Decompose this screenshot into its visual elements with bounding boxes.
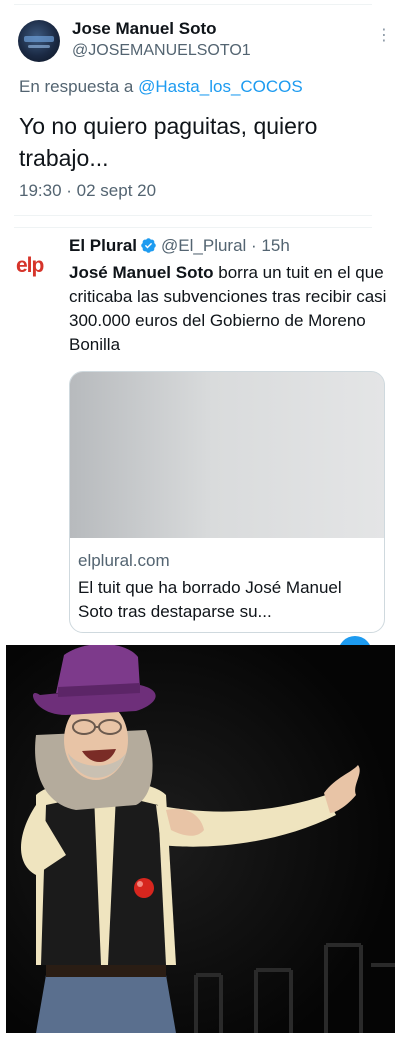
reply-mention-link[interactable]: @Hasta_los_COCOS [138, 77, 303, 96]
divider [14, 227, 372, 228]
tweet-timestamp[interactable]: 19:30 · 02 sept 20 [19, 181, 156, 201]
avatar[interactable] [18, 20, 60, 62]
author-handle[interactable]: @JOSEMANUELSOTO1 [72, 42, 251, 60]
logo-text: elp [16, 254, 44, 277]
tweet-quoted[interactable]: elp El Plural @El_Plural · 15h José Manu… [0, 218, 400, 648]
reply-context: En respuesta a @Hasta_los_COCOS [19, 77, 303, 97]
more-vertical-icon[interactable]: ⋮ [376, 28, 392, 44]
el-plural-logo[interactable]: elp [16, 246, 62, 286]
tweet-header: El Plural @El_Plural · 15h [69, 236, 290, 256]
divider [14, 215, 372, 216]
card-image[interactable] [70, 372, 384, 538]
card-title[interactable]: El tuit que ha borrado José Manuel Soto … [78, 576, 378, 624]
link-card[interactable]: elplural.com El tuit que ha borrado José… [69, 371, 385, 633]
card-domain[interactable]: elplural.com [78, 551, 170, 571]
reply-prefix: En respuesta a [19, 77, 134, 96]
author-name[interactable]: Jose Manuel Soto [72, 19, 217, 39]
verified-badge-icon [141, 238, 156, 253]
tweet-text-bold: José Manuel Soto [69, 263, 214, 282]
author-handle-time[interactable]: @El_Plural · 15h [161, 236, 290, 255]
tweet-text: Yo no quiero paguitas, quiero trabajo... [19, 113, 318, 171]
tweet-text: José Manuel Soto borra un tuit en el que… [69, 261, 389, 357]
tweet-top[interactable]: Jose Manuel Soto @JOSEMANUELSOTO1 ⋮ En r… [0, 0, 400, 218]
author-name[interactable]: El Plural [69, 236, 137, 255]
divider [14, 4, 372, 5]
stage-performer-photo [6, 645, 395, 1033]
